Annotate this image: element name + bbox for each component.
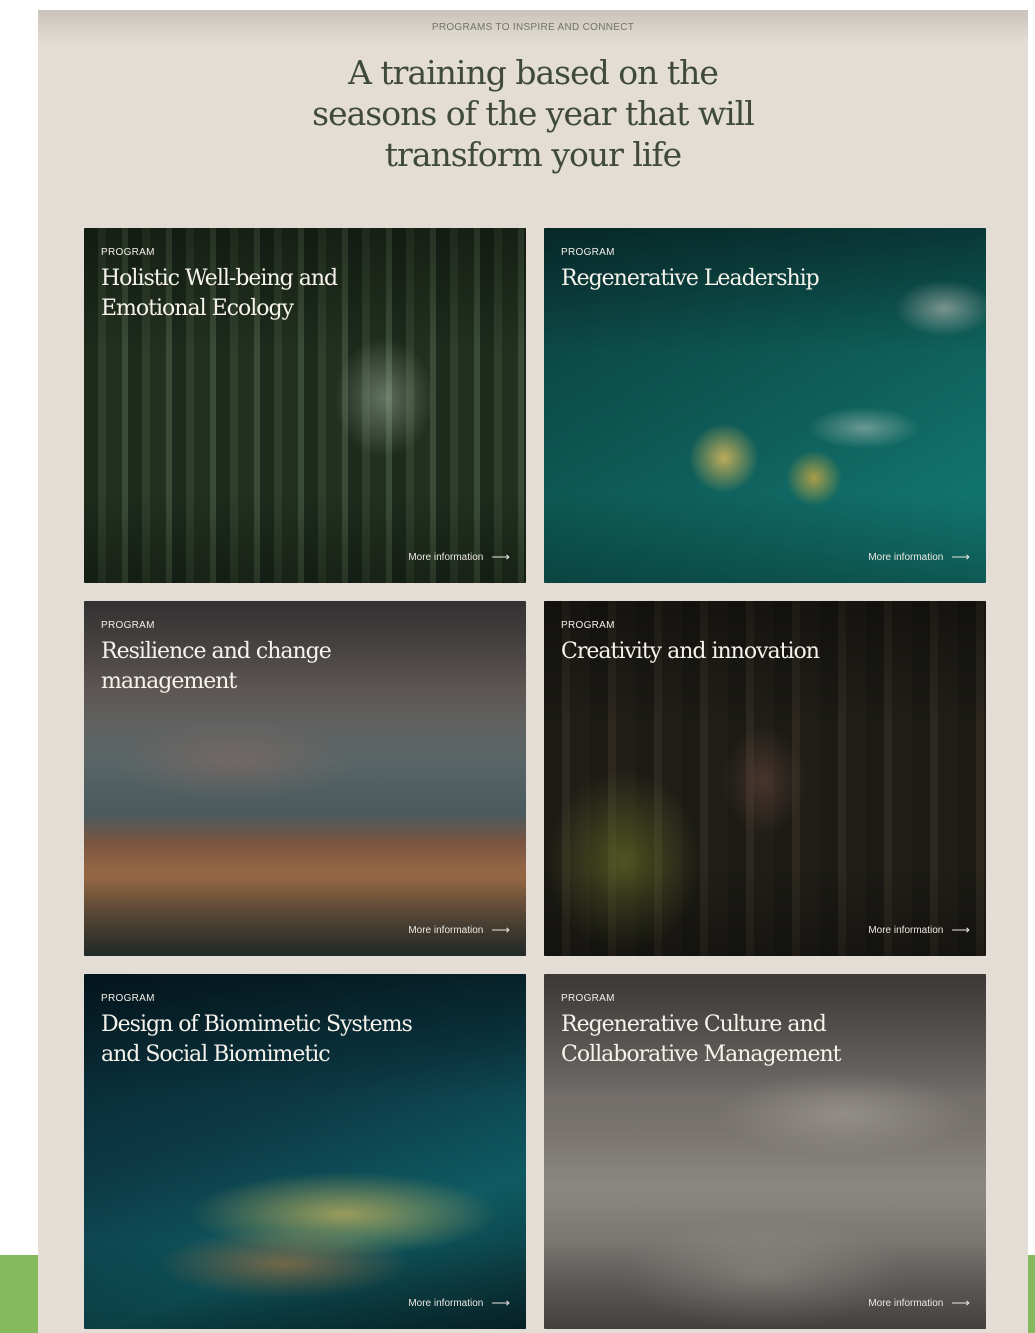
more-information-link[interactable]: More information ⟶ bbox=[868, 922, 970, 938]
more-information-text: More information bbox=[408, 924, 484, 936]
arrow-right-icon: ⟶ bbox=[491, 922, 510, 937]
more-information-text: More information bbox=[868, 924, 944, 936]
more-information-link[interactable]: More information ⟶ bbox=[868, 549, 970, 565]
card-title: Regenerative Culture and Collaborative M… bbox=[561, 1012, 841, 1067]
card-label: PROGRAM bbox=[561, 620, 615, 631]
section-eyebrow: PROGRAMS TO INSPIRE AND CONNECT bbox=[431, 22, 635, 33]
more-information-text: More information bbox=[868, 1297, 944, 1309]
program-card-regenerative-leadership[interactable]: PROGRAM Regenerative Leadership More inf… bbox=[544, 228, 986, 583]
more-information-text: More information bbox=[408, 1297, 484, 1309]
card-title: Regenerative Leadership bbox=[561, 266, 820, 291]
more-information-link[interactable]: More information ⟶ bbox=[408, 549, 510, 565]
decorative-green-strip-left bbox=[0, 1255, 40, 1333]
card-label: PROGRAM bbox=[101, 620, 155, 631]
section-headline: A training based on the seasons of the y… bbox=[312, 53, 755, 174]
arrow-right-icon: ⟶ bbox=[491, 549, 510, 564]
card-title: Resilience and change management bbox=[101, 639, 332, 694]
arrow-right-icon: ⟶ bbox=[951, 549, 970, 564]
program-card-resilience[interactable]: PROGRAM Resilience and change management… bbox=[84, 601, 526, 956]
card-title: Design of Biomimetic Systems and Social … bbox=[101, 1012, 413, 1067]
arrow-right-icon: ⟶ bbox=[951, 922, 970, 937]
card-label: PROGRAM bbox=[561, 247, 615, 258]
more-information-text: More information bbox=[868, 551, 944, 563]
more-information-link[interactable]: More information ⟶ bbox=[408, 922, 510, 938]
programs-section: PROGRAMS TO INSPIRE AND CONNECT A traini… bbox=[38, 10, 1028, 1333]
more-information-link[interactable]: More information ⟶ bbox=[408, 1295, 510, 1311]
card-label: PROGRAM bbox=[561, 993, 615, 1004]
program-card-biomimetic-design[interactable]: PROGRAM Design of Biomimetic Systems and… bbox=[84, 974, 526, 1329]
more-information-text: More information bbox=[408, 551, 484, 563]
arrow-right-icon: ⟶ bbox=[491, 1295, 510, 1310]
card-title: Creativity and innovation bbox=[561, 639, 820, 664]
program-card-creativity[interactable]: PROGRAM Creativity and innovation More i… bbox=[544, 601, 986, 956]
card-title: Holistic Well-being and Emotional Ecolog… bbox=[101, 266, 338, 321]
program-card-holistic-wellbeing[interactable]: PROGRAM Holistic Well-being and Emotiona… bbox=[84, 228, 526, 583]
program-grid: PROGRAM Holistic Well-being and Emotiona… bbox=[84, 228, 986, 1329]
more-information-link[interactable]: More information ⟶ bbox=[868, 1295, 970, 1311]
program-card-regenerative-culture[interactable]: PROGRAM Regenerative Culture and Collabo… bbox=[544, 974, 986, 1329]
card-label: PROGRAM bbox=[101, 993, 155, 1004]
card-label: PROGRAM bbox=[101, 247, 155, 258]
arrow-right-icon: ⟶ bbox=[951, 1295, 970, 1310]
